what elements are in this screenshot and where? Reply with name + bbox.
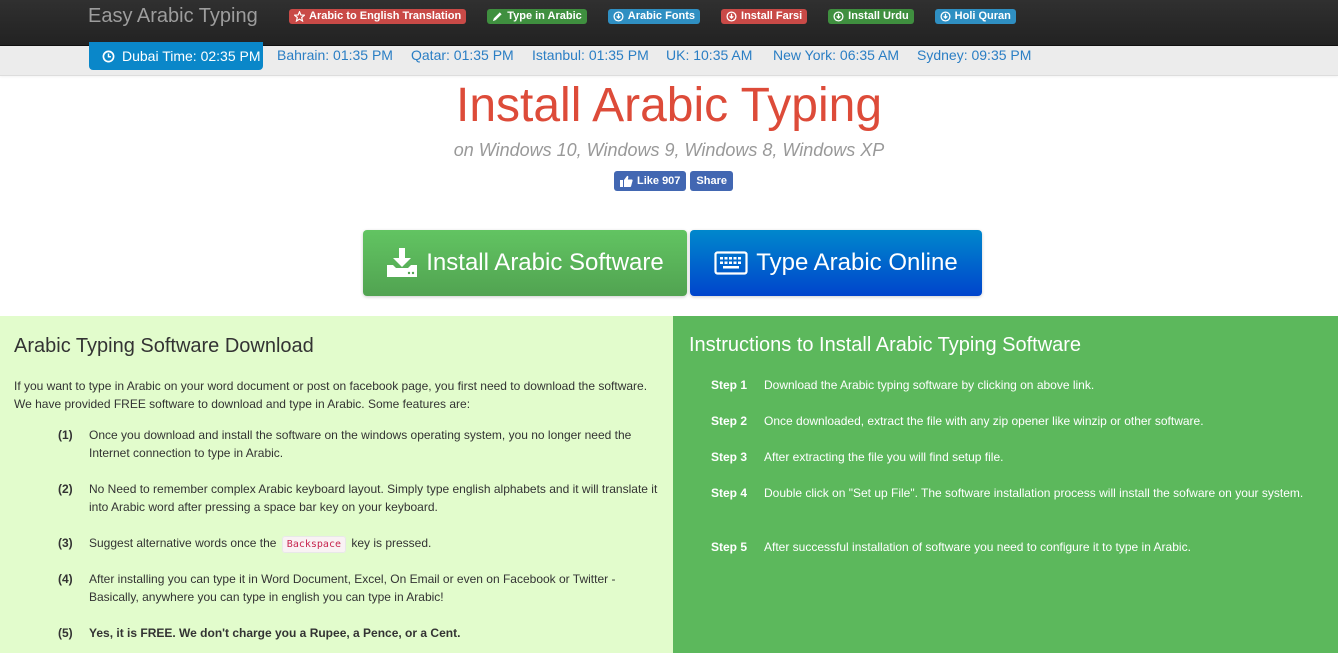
install-arabic-software-button[interactable]: Install Arabic Software (363, 230, 687, 296)
time-new-york: New York: 06:35 AM (773, 47, 900, 63)
keyboard-icon (714, 251, 748, 275)
pencil-icon (493, 12, 502, 22)
nav-link-label: Holi Quran (954, 10, 1011, 22)
dubai-time-badge: Dubai Time: 02:35 PM (89, 42, 263, 70)
type-arabic-online-button[interactable]: Type Arabic Online (690, 230, 982, 296)
install-step: Step 5 After successful installation of … (711, 538, 1311, 556)
nav-link-arabic-fonts[interactable]: Arabic Fonts (607, 9, 701, 24)
feature-number: (3) (58, 536, 73, 550)
dubai-time-text: Dubai Time: 02:35 PM (122, 48, 261, 64)
time-qatar: Qatar: 01:35 PM (411, 47, 514, 63)
time-istanbul: Istanbul: 01:35 PM (532, 47, 649, 63)
feature-item: (3) Suggest alternative words once the B… (58, 534, 658, 554)
step-text: After extracting the file you will find … (764, 450, 1004, 464)
like-count-label: Like 907 (637, 175, 681, 187)
step-label: Step 1 (711, 378, 748, 392)
feature-text: Yes, it is FREE. We don't charge you a R… (89, 626, 461, 640)
nav-link-label: Install Urdu (848, 10, 909, 22)
download-panel-title: Arabic Typing Software Download (14, 335, 314, 357)
step-label: Step 5 (711, 540, 748, 554)
step-label: Step 2 (711, 414, 748, 428)
world-time-bar: Dubai Time: 02:35 PM Bahrain: 01:35 PM Q… (0, 42, 1338, 76)
download-circle-icon (726, 11, 737, 22)
feature-number: (4) (58, 572, 73, 586)
nav-link-install-urdu[interactable]: Install Urdu (828, 9, 914, 24)
nav-link-label: Arabic Fonts (627, 10, 696, 22)
star-icon (294, 11, 305, 22)
download-drive-icon (387, 248, 418, 277)
install-step: Step 4 Double click on "Set up File". Th… (711, 484, 1311, 502)
time-bahrain: Bahrain: 01:35 PM (277, 47, 393, 63)
install-step: Step 2 Once downloaded, extract the file… (711, 412, 1311, 430)
nav-link-label: Install Farsi (741, 10, 803, 22)
nav-link-label: Arabic to English Translation (309, 10, 462, 22)
download-circle-icon (940, 11, 951, 22)
software-download-panel: Arabic Typing Software Download If you w… (0, 316, 673, 653)
feature-text: Suggest alternative words once the Backs… (89, 534, 658, 554)
step-label: Step 3 (711, 450, 748, 464)
feature-text-before: Suggest alternative words once the (89, 536, 277, 550)
download-intro-text: If you want to type in Arabic on your wo… (14, 379, 648, 411)
time-uk: UK: 10:35 AM (666, 47, 753, 63)
feature-text-after: key is pressed. (351, 536, 432, 550)
feature-text: No Need to remember complex Arabic keybo… (89, 482, 658, 514)
type-online-button-label: Type Arabic Online (756, 249, 958, 276)
feature-text: Once you download and install the softwa… (89, 428, 632, 460)
facebook-widgets: Like 907 Share (614, 171, 733, 191)
install-instructions-panel: Instructions to Install Arabic Typing So… (673, 316, 1338, 653)
thumbs-up-icon (620, 175, 633, 187)
install-step: Step 3 After extracting the file you wil… (711, 448, 1311, 466)
step-label: Step 4 (711, 486, 748, 500)
nav-links: Arabic to English Translation Type in Ar… (289, 9, 1037, 24)
facebook-like-button[interactable]: Like 907 (614, 171, 687, 191)
install-step: Step 1 Download the Arabic typing softwa… (711, 376, 1311, 394)
page-title: Install Arabic Typing (455, 79, 883, 132)
nav-link-holi-quran[interactable]: Holi Quran (934, 9, 1016, 24)
brand-logo[interactable]: Easy Arabic Typing (88, 4, 258, 28)
backspace-key-code: Backspace (281, 536, 346, 553)
step-text: Double click on "Set up File". The softw… (764, 486, 1304, 500)
clock-icon (102, 50, 115, 62)
install-button-label: Install Arabic Software (426, 249, 664, 276)
facebook-share-button[interactable]: Share (690, 171, 733, 191)
time-sydney: Sydney: 09:35 PM (917, 47, 1032, 63)
download-circle-icon (613, 11, 624, 22)
nav-link-label: Type in Arabic (507, 10, 582, 22)
feature-text: After installing you can type it in Word… (89, 572, 616, 604)
feature-item: (4) After installing you can type it in … (58, 570, 658, 606)
top-navbar: Easy Arabic Typing Arabic to English Tra… (0, 0, 1338, 46)
page-subtitle: on Windows 10, Windows 9, Windows 8, Win… (453, 140, 885, 160)
step-text: After successful installation of softwar… (764, 540, 1191, 554)
feature-number: (1) (58, 428, 73, 442)
feature-number: (5) (58, 626, 73, 640)
feature-number: (2) (58, 482, 73, 496)
download-circle-icon (833, 11, 844, 22)
feature-item: (2) No Need to remember complex Arabic k… (58, 480, 658, 516)
feature-item: (1) Once you download and install the so… (58, 426, 658, 462)
feature-item: (5) Yes, it is FREE. We don't charge you… (58, 624, 658, 642)
nav-link-install-farsi[interactable]: Install Farsi (721, 9, 808, 24)
step-text: Once downloaded, extract the file with a… (764, 414, 1204, 428)
nav-link-arabic-to-english[interactable]: Arabic to English Translation (289, 9, 467, 24)
nav-link-type-in-arabic[interactable]: Type in Arabic (487, 9, 587, 24)
step-text: Download the Arabic typing software by c… (764, 378, 1095, 392)
instructions-panel-title: Instructions to Install Arabic Typing So… (689, 334, 1082, 356)
